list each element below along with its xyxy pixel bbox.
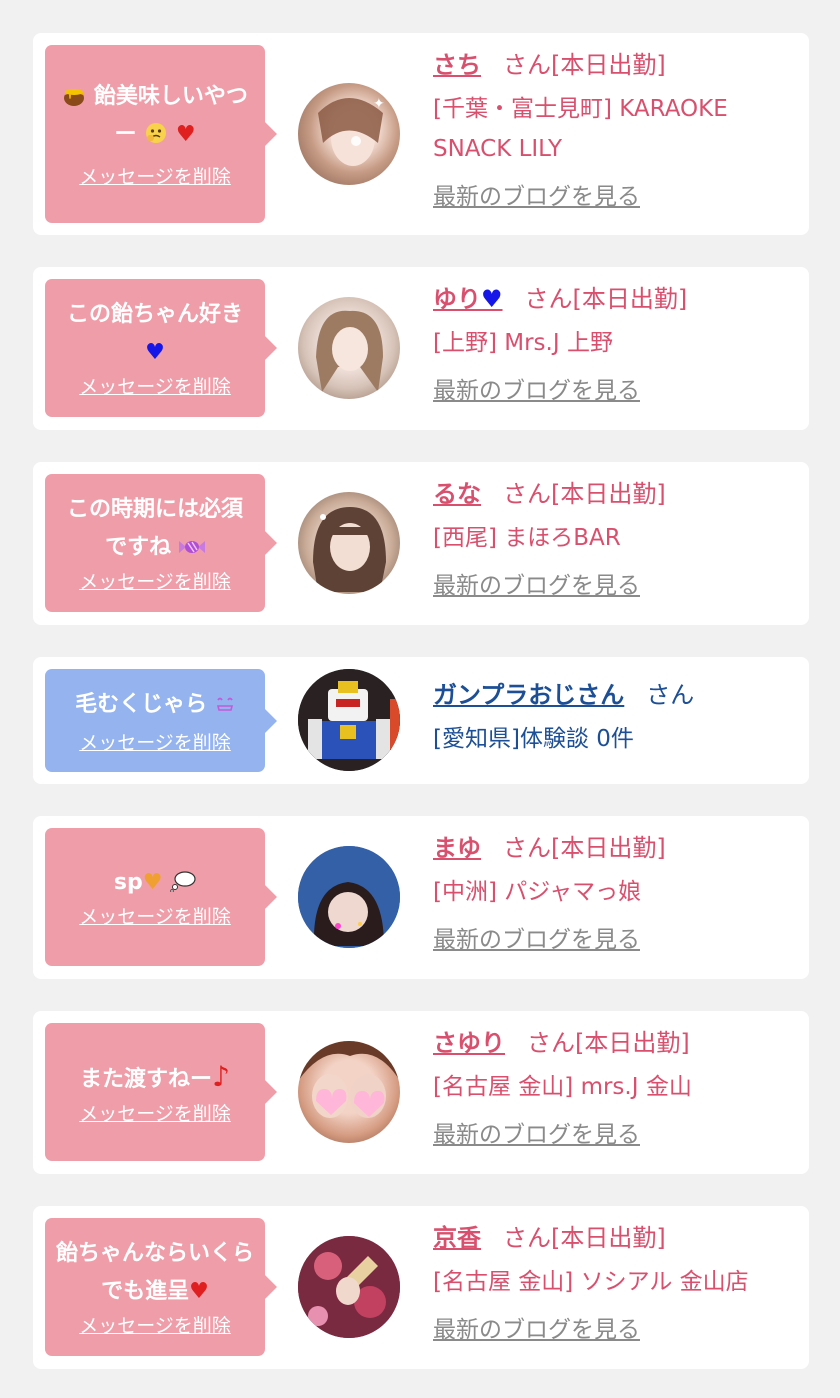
avatar[interactable] <box>298 297 400 399</box>
message-bubble: また渡すねー♪ メッセージを削除 <box>45 1023 277 1161</box>
name-suffix: さん <box>646 681 695 709</box>
message-bubble: この飴ちゃん好き ♥ メッセージを削除 <box>45 279 277 417</box>
message-text: この飴ちゃん好き <box>66 302 243 327</box>
name-suffix: さん[本日出勤] <box>503 1224 666 1252</box>
shop-name: [西尾] まほろBAR <box>433 525 621 551</box>
delete-message-link[interactable]: メッセージを削除 <box>79 1101 231 1127</box>
girl-name-link[interactable]: 京香 <box>433 1224 481 1252</box>
thought-bubble-icon <box>162 870 196 895</box>
face-holding-back-tears-icon <box>136 122 175 147</box>
profile-info: ゆり♥ さん[本日出勤] [上野] Mrs.J 上野 最新のブログを見る <box>433 279 795 409</box>
name-suffix: さん[本日出勤] <box>503 51 666 79</box>
message-text: 毛むくじゃら <box>75 691 208 717</box>
message-card: 飴ちゃんならいくらでも進呈♥ メッセージを削除 京香 さん[本日出勤] [名古屋 … <box>33 1206 809 1369</box>
name-suffix: さん[本日出勤] <box>527 1029 690 1057</box>
red-heart-icon: ♥ <box>189 1279 209 1304</box>
red-heart-icon: ♥ <box>175 122 196 147</box>
delete-message-link[interactable]: メッセージを削除 <box>79 904 231 930</box>
avatar[interactable] <box>298 669 400 771</box>
message-text-line: 飴美味しいやつー ♥ <box>53 78 257 154</box>
message-card: sp♥ メッセージを削除 まゆ さん[本日出勤] [中洲] パジャマっ娘 最新の… <box>33 816 809 979</box>
girl-name-link[interactable]: さゆり <box>433 1029 505 1057</box>
delete-message-link[interactable]: メッセージを削除 <box>79 374 231 400</box>
message-bubble: 毛むくじゃら メッセージを削除 <box>45 669 277 772</box>
message-card: 毛むくじゃら メッセージを削除 ガンプラおじさん さん [愛知県]体験談 0件 <box>33 657 809 784</box>
latest-blog-link[interactable]: 最新のブログを見る <box>433 1117 640 1153</box>
shop-name: [上野] Mrs.J 上野 <box>433 330 613 356</box>
latest-blog-link[interactable]: 最新のブログを見る <box>433 179 640 215</box>
girl-name-link[interactable]: るな <box>433 480 481 508</box>
blue-heart-icon: ♥ <box>481 285 503 313</box>
shop-name: [千葉・富士見町] KARAOKE SNACK LILY <box>433 96 728 162</box>
message-text-line: この時期には必須ですね <box>60 491 250 567</box>
avatar[interactable] <box>298 1236 400 1338</box>
orange-heart-icon: ♥ <box>142 870 163 895</box>
latest-blog-link[interactable]: 最新のブログを見る <box>433 922 640 958</box>
name-suffix: さん[本日出勤] <box>524 285 688 313</box>
message-text-line: また渡すねー♪ <box>80 1058 230 1099</box>
message-text: 飴ちゃんならいくらでも進呈 <box>55 1241 254 1304</box>
name-suffix: さん[本日出勤] <box>503 834 666 862</box>
smiling-face-icon <box>207 692 235 717</box>
user-name-link[interactable]: ガンプラおじさん <box>433 681 624 709</box>
girl-name-link[interactable]: さち <box>433 51 481 79</box>
profile-info: ガンプラおじさん さん [愛知県]体験談 0件 <box>433 675 795 759</box>
experience-count: [愛知県]体験談 0件 <box>433 726 634 752</box>
girl-name: ゆり <box>433 285 481 313</box>
latest-blog-link[interactable]: 最新のブログを見る <box>433 568 640 604</box>
delete-message-link[interactable]: メッセージを削除 <box>79 164 231 190</box>
name-suffix: さん[本日出勤] <box>503 480 666 508</box>
message-text: また渡すねー <box>80 1066 213 1092</box>
message-text-line: sp♥ <box>114 864 196 902</box>
message-text: この時期には必須ですね <box>66 497 243 560</box>
message-bubble: この時期には必須ですね メッセージを削除 <box>45 474 277 612</box>
candy-icon <box>171 535 205 560</box>
profile-info: さゆり さん[本日出勤] [名古屋 金山] mrs.J 金山 最新のブログを見る <box>433 1023 795 1153</box>
message-text-line: 毛むくじゃら <box>75 686 235 724</box>
delete-message-link[interactable]: メッセージを削除 <box>79 569 231 595</box>
latest-blog-link[interactable]: 最新のブログを見る <box>433 1312 640 1348</box>
message-bubble: sp♥ メッセージを削除 <box>45 828 277 966</box>
delete-message-link[interactable]: メッセージを削除 <box>79 730 231 756</box>
latest-blog-link[interactable]: 最新のブログを見る <box>433 373 640 409</box>
message-text-line: 飴ちゃんならいくらでも進呈♥ <box>55 1235 255 1311</box>
message-card: この飴ちゃん好き ♥ メッセージを削除 ゆり♥ さん[本日出勤] [上野] Mrs… <box>33 267 809 430</box>
blue-heart-icon: ♥ <box>145 340 165 365</box>
profile-info: 京香 さん[本日出勤] [名古屋 金山] ソシアル 金山店 最新のブログを見る <box>433 1218 795 1348</box>
svg-text:✦: ✦ <box>373 96 385 112</box>
message-text: sp <box>113 870 143 895</box>
message-bubble: 飴美味しいやつー ♥ メッセージを削除 <box>45 45 277 223</box>
profile-info: さち さん[本日出勤] [千葉・富士見町] KARAOKE SNACK LILY … <box>433 45 795 215</box>
shop-name: [名古屋 金山] mrs.J 金山 <box>433 1074 692 1100</box>
message-bubble: 飴ちゃんならいくらでも進呈♥ メッセージを削除 <box>45 1218 277 1356</box>
shop-name: [中洲] パジャマっ娘 <box>433 879 642 905</box>
girl-name-link[interactable]: ゆり♥ <box>433 285 503 313</box>
profile-info: るな さん[本日出勤] [西尾] まほろBAR 最新のブログを見る <box>433 474 795 604</box>
avatar[interactable] <box>298 492 400 594</box>
honey-pot-icon <box>62 84 94 109</box>
shop-name: [名古屋 金山] ソシアル 金山店 <box>433 1269 749 1295</box>
delete-message-link[interactable]: メッセージを削除 <box>79 1313 231 1339</box>
avatar[interactable]: ✦ <box>298 83 400 185</box>
message-card: この時期には必須ですね メッセージを削除 るな さん[本日出勤] [西尾] まほ… <box>33 462 809 625</box>
avatar[interactable] <box>298 1041 400 1143</box>
message-card: 飴美味しいやつー ♥ メッセージを削除 ✦ さち さん[本日出勤] [千葉・富士… <box>33 33 809 235</box>
music-note-icon: ♪ <box>212 1059 230 1093</box>
message-card: また渡すねー♪ メッセージを削除 さゆり さん[本日出勤] [名古屋 金山] mr… <box>33 1011 809 1174</box>
message-text-line: この飴ちゃん好き ♥ <box>67 296 243 372</box>
girl-name-link[interactable]: まゆ <box>433 834 481 862</box>
profile-info: まゆ さん[本日出勤] [中洲] パジャマっ娘 最新のブログを見る <box>433 828 795 958</box>
avatar[interactable] <box>298 846 400 948</box>
